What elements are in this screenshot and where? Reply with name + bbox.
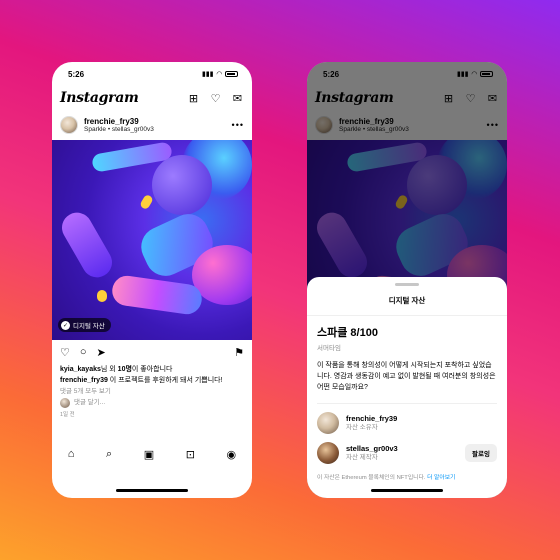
instagram-logo: Instagram: [60, 90, 139, 106]
status-bar: 5:26 ▮▮▮ ◠: [52, 62, 252, 86]
badge-label: 디지털 자산: [73, 323, 105, 330]
messenger-icon[interactable]: ✉: [231, 92, 244, 105]
post-actions: ♡ ○ ➤ ⚑: [52, 340, 252, 364]
verified-check-icon: ✓: [61, 320, 70, 330]
heart-icon[interactable]: ♡: [209, 92, 222, 105]
bookmark-icon[interactable]: ⚑: [234, 346, 244, 359]
avatar: [317, 412, 339, 434]
digital-collectible-sheet: 디지털 자산 스파클 8/100 서머타임 이 작품을 통해 창의성이 어떻게 …: [307, 277, 507, 498]
digital-collectible-badge[interactable]: ✓ 디지털 자산: [58, 318, 111, 332]
comment-icon[interactable]: ○: [80, 346, 87, 358]
post-caption: kyia_kayaks님 외 10명이 좋아합니다 frenchie_fry39…: [52, 364, 252, 408]
asset-description: 이 작품을 통해 창의성이 어떻게 시작되는지 포착하고 싶었습니다. 영감과 …: [317, 362, 496, 391]
view-comments-link[interactable]: 댓글 5개 모두 보기: [60, 386, 244, 397]
phone-sheet: 5:26 ▮▮▮ ◠ Instagram ⊞ ♡ ✉ frenchie_fry3…: [307, 62, 507, 498]
post-username[interactable]: frenchie_fry39: [84, 117, 226, 126]
signal-icon: ▮▮▮: [202, 71, 214, 78]
creator-name: stellas_gr00v3: [346, 444, 398, 454]
avatar[interactable]: [60, 116, 78, 134]
add-comment-row[interactable]: 댓글 달기...: [60, 397, 244, 408]
caption-line: frenchie_fry39 이 프로젝트를 후원하게 돼서 기쁩니다!: [60, 377, 223, 384]
post-date: 1일 전: [60, 412, 75, 418]
app-header: Instagram ⊞ ♡ ✉: [52, 86, 252, 110]
status-time: 5:26: [68, 69, 85, 79]
add-comment-input[interactable]: 댓글 달기...: [74, 397, 105, 408]
asset-name: 스파클 8/100: [317, 327, 378, 339]
sheet-title: 디지털 자산: [307, 286, 507, 316]
following-button[interactable]: 팔로잉: [465, 444, 497, 462]
post-subtitle[interactable]: Sparkle • stellas_gr00v3: [84, 126, 226, 133]
avatar: [60, 397, 70, 408]
more-options-icon[interactable]: •••: [232, 120, 244, 130]
post-image[interactable]: ✓ 디지털 자산: [52, 140, 252, 340]
create-post-icon[interactable]: ⊞: [187, 92, 200, 105]
likes-line[interactable]: kyia_kayaks님 외 10명이 좋아합니다: [60, 364, 244, 375]
home-indicator: [116, 489, 188, 492]
owner-row[interactable]: frenchie_fry39 자산 소유자: [317, 412, 497, 434]
profile-icon[interactable]: ◉: [227, 448, 237, 498]
home-indicator: [371, 489, 443, 492]
owner-role: 자산 소유자: [346, 423, 378, 431]
asset-collection: 서머타임: [317, 345, 341, 352]
creator-row[interactable]: stellas_gr00v3 자산 제작자 팔로잉: [317, 442, 497, 464]
avatar: [317, 442, 339, 464]
wifi-icon: ◠: [216, 71, 222, 78]
nft-footnote: 이 자산은 Ethereum 블록체인의 NFT입니다. 더 알아보기: [317, 475, 456, 481]
phone-feed: 5:26 ▮▮▮ ◠ Instagram ⊞ ♡ ✉ frenchie_fry3…: [52, 62, 252, 498]
creator-role: 자산 제작자: [346, 453, 378, 461]
learn-more-link[interactable]: 더 알아보기: [427, 475, 455, 481]
owner-name: frenchie_fry39: [346, 414, 398, 424]
battery-icon: [225, 71, 238, 77]
search-icon[interactable]: ⌕: [106, 448, 112, 498]
like-icon[interactable]: ♡: [60, 346, 70, 359]
share-icon[interactable]: ➤: [97, 346, 106, 359]
post-header: frenchie_fry39 Sparkle • stellas_gr00v3 …: [52, 110, 252, 140]
home-icon[interactable]: ⌂: [68, 448, 75, 498]
